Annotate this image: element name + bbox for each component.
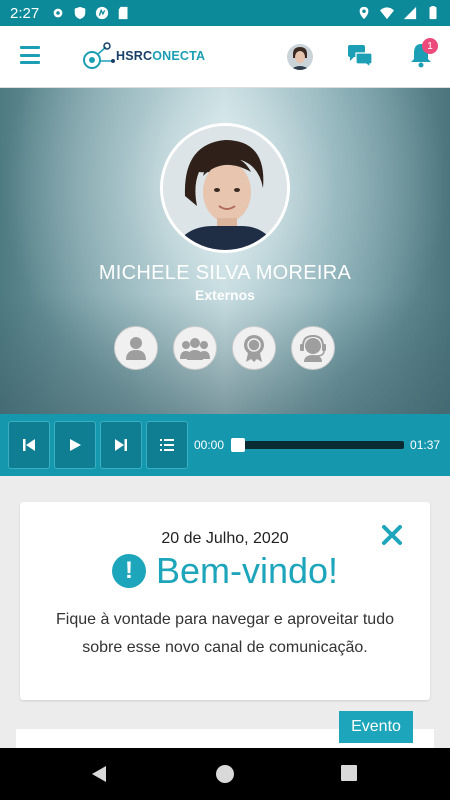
status-bar: 2:27 — [0, 0, 450, 26]
previous-button[interactable] — [8, 421, 50, 469]
welcome-title: Bem-vindo! — [155, 550, 339, 591]
battery-icon — [429, 6, 437, 20]
status-time: 2:27 — [10, 4, 40, 22]
shield-icon — [74, 6, 86, 20]
wifi-icon — [380, 7, 394, 20]
menu-icon[interactable] — [20, 46, 40, 64]
close-icon[interactable] — [381, 524, 403, 546]
settings-icon — [53, 8, 63, 18]
award-button[interactable] — [232, 326, 276, 370]
sd-card-icon — [118, 6, 128, 20]
app-header: HSRCONECTA — [0, 26, 450, 88]
user-profile-button[interactable] — [114, 326, 158, 370]
network-logo-icon — [83, 42, 115, 69]
welcome-card: 20 de Julho, 2020 ! Bem-vindo! Fique à v… — [20, 502, 430, 700]
recent-apps-icon[interactable] — [341, 765, 357, 781]
total-time: 01:37 — [410, 438, 441, 452]
app-logo: HSRCONECTA — [82, 40, 205, 72]
event-tag[interactable]: Evento — [339, 711, 413, 743]
home-icon[interactable] — [216, 765, 234, 783]
profile-role: Externos — [195, 287, 255, 303]
user-profile-icon — [126, 337, 146, 360]
previous-icon — [23, 439, 35, 451]
welcome-date: 20 de Julho, 2020 — [161, 530, 289, 547]
next-icon — [115, 439, 127, 451]
profile-hero: MICHELE SILVA MOREIRA Externos — [0, 88, 450, 414]
audio-player: 00:00 01:37 — [0, 414, 450, 476]
profile-actions — [114, 326, 335, 370]
support-agent-icon — [300, 334, 326, 362]
back-icon[interactable] — [90, 765, 108, 783]
profile-name: MICHELE SILVA MOREIRA — [98, 262, 352, 284]
support-agent-button[interactable] — [291, 326, 335, 370]
progress-track[interactable] — [231, 438, 405, 452]
playlist-button[interactable] — [146, 421, 188, 469]
profile-photo — [160, 123, 290, 253]
award-icon — [244, 335, 264, 362]
next-button[interactable] — [100, 421, 142, 469]
logo-text: HSRCONECTA — [116, 49, 206, 63]
signal-icon — [403, 6, 417, 20]
welcome-message: Fique à vontade para navegar e aproveita… — [55, 611, 394, 656]
exclamation-icon: ! — [111, 554, 146, 588]
current-time: 00:00 — [194, 438, 225, 452]
chat-icon[interactable] — [346, 44, 374, 68]
location-icon — [359, 6, 369, 20]
play-icon — [70, 439, 81, 451]
playlist-icon — [160, 439, 174, 451]
group-button[interactable] — [173, 326, 217, 370]
group-icon — [180, 338, 210, 360]
notification-badge: 1 — [422, 38, 438, 54]
media-icon — [96, 6, 109, 20]
system-nav-bar — [0, 748, 450, 800]
progress-knob[interactable] — [231, 438, 246, 452]
welcome-heading: ! Bem-vindo! — [20, 550, 430, 592]
avatar[interactable] — [287, 44, 313, 70]
play-button[interactable] — [54, 421, 96, 469]
